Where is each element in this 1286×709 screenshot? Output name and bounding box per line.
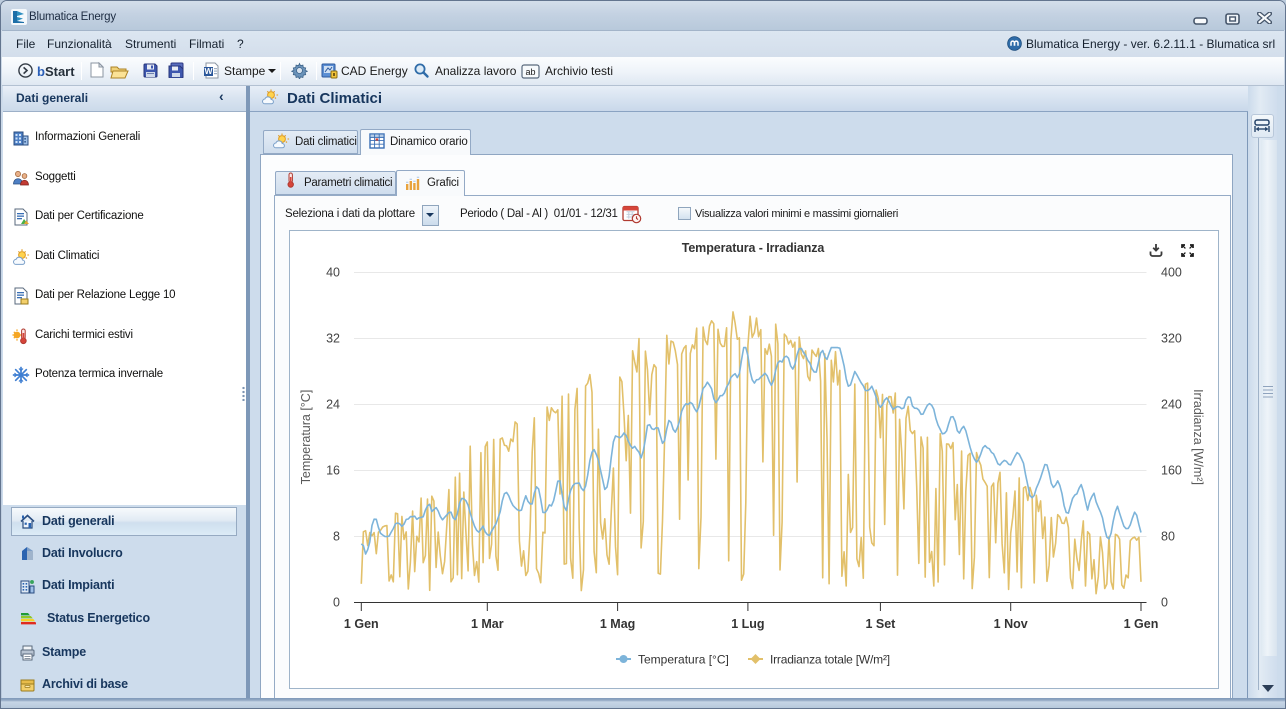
svg-text:Irradianza [W/m²]: Irradianza [W/m²] [1191, 389, 1205, 485]
svg-text:24: 24 [326, 398, 340, 412]
svg-text:1 Gen: 1 Gen [344, 617, 379, 631]
svg-text:W: W [204, 66, 213, 76]
svg-text:1 Set: 1 Set [865, 617, 896, 631]
svg-text:1 Mag: 1 Mag [600, 617, 635, 631]
svg-text:0: 0 [333, 596, 340, 610]
svg-text:240: 240 [1161, 398, 1182, 412]
svg-text:40: 40 [326, 266, 340, 280]
svg-text:0: 0 [1161, 596, 1168, 610]
svg-text:Temperatura [°C]: Temperatura [°C] [299, 390, 313, 485]
svg-text:Temperatura [°C]: Temperatura [°C] [638, 653, 729, 667]
svg-text:ab: ab [525, 67, 535, 77]
svg-text:80: 80 [1161, 530, 1175, 544]
svg-text:1 Gen: 1 Gen [1124, 617, 1159, 631]
svg-text:16: 16 [326, 464, 340, 478]
svg-text:32: 32 [326, 332, 340, 346]
svg-text:Temperatura - Irradianza: Temperatura - Irradianza [682, 241, 826, 255]
svg-text:1 Mar: 1 Mar [471, 617, 504, 631]
svg-text:320: 320 [1161, 332, 1182, 346]
svg-text:160: 160 [1161, 464, 1182, 478]
svg-text:400: 400 [1161, 266, 1182, 280]
svg-text:1 Lug: 1 Lug [731, 617, 764, 631]
svg-text:1 Nov: 1 Nov [994, 617, 1028, 631]
svg-text:8: 8 [333, 530, 340, 544]
svg-text:Irradianza totale [W/m²]: Irradianza totale [W/m²] [770, 653, 890, 667]
